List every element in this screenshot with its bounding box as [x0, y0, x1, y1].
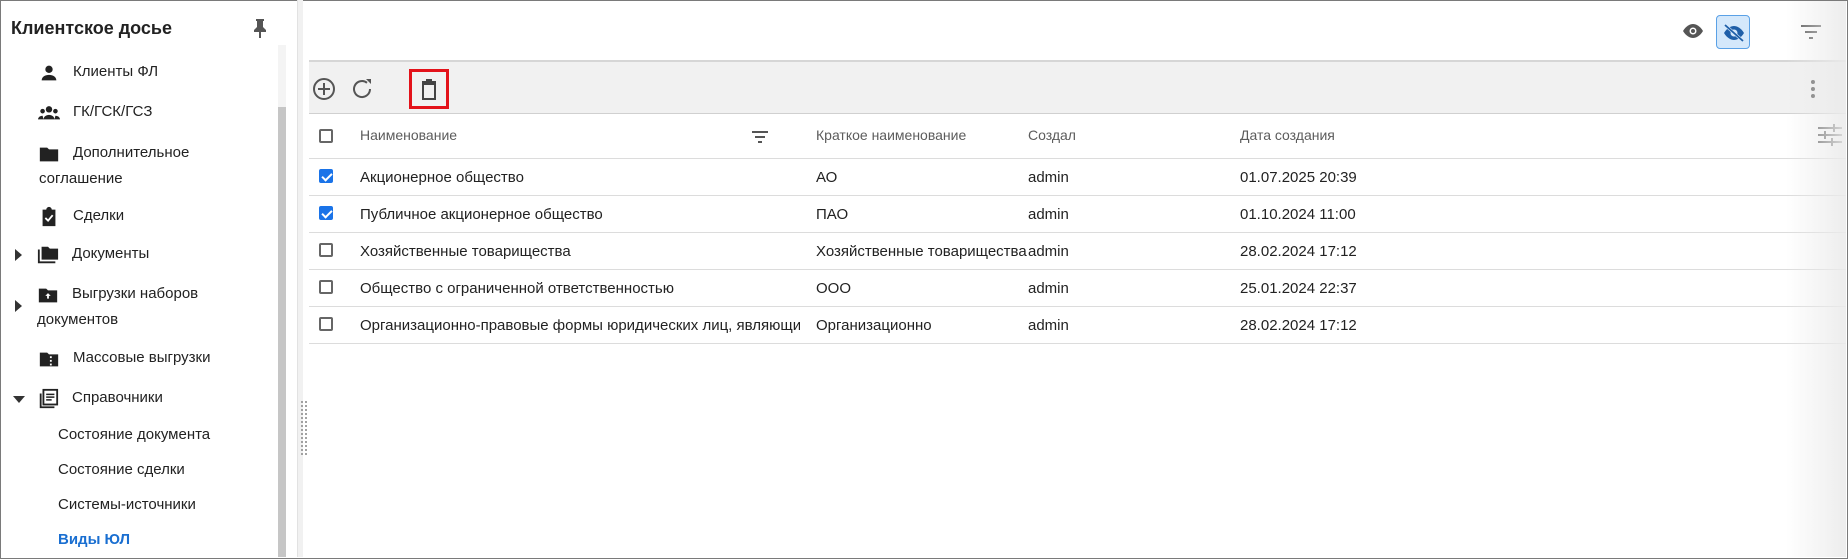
cell-creator: admin	[1028, 206, 1069, 223]
grid-toolbar	[309, 60, 1846, 114]
sidebar-subitem-document-state[interactable]: Состояние документа	[58, 426, 210, 443]
sidebar-item-clients[interactable]: Клиенты ФЛ	[1, 61, 271, 85]
sidebar-item-label: Справочники	[72, 389, 163, 406]
cell-creator: admin	[1028, 280, 1069, 297]
more-vert-icon[interactable]	[1803, 71, 1823, 107]
row-checkbox[interactable]	[319, 317, 333, 331]
chevron-right-icon[interactable]	[15, 300, 22, 312]
sidebar-subitem-legal-entity-types[interactable]: Виды ЮЛ	[58, 531, 130, 548]
sidebar-item-document-exports[interactable]: Выгрузки наборов документов	[1, 283, 271, 333]
sidebar-item-label-line2: соглашение	[39, 170, 123, 187]
chevron-down-icon[interactable]	[13, 396, 25, 403]
column-filter-icon[interactable]	[752, 131, 768, 143]
sidebar-item-groups[interactable]: ГК/ГСК/ГСЗ	[1, 101, 271, 125]
table-row[interactable]: Хозяйственные товарищества Хозяйственные…	[309, 233, 1846, 270]
folders-icon	[37, 246, 59, 264]
filter-icon[interactable]	[1801, 25, 1821, 39]
column-header-creator[interactable]: Создал	[1028, 127, 1076, 143]
sidebar-item-bulk-exports[interactable]: Массовые выгрузки	[1, 347, 271, 371]
sidebar-item-documents[interactable]: Документы	[1, 243, 271, 267]
column-header-created-date[interactable]: Дата создания	[1240, 127, 1335, 143]
cell-creator: admin	[1028, 243, 1069, 260]
sidebar-item-label: Документы	[72, 245, 150, 262]
row-checkbox[interactable]	[319, 280, 333, 294]
sidebar-title: Клиентское досье	[11, 18, 173, 38]
sidebar-item-deals[interactable]: Сделки	[1, 205, 271, 229]
eye-off-icon	[1724, 24, 1744, 42]
resize-handle[interactable]	[300, 400, 308, 456]
main-panel: Наименование Краткое наименование Создал…	[309, 1, 1846, 557]
row-checkbox[interactable]	[319, 206, 333, 220]
cell-created-date: 25.01.2024 22:37	[1240, 280, 1357, 297]
chevron-right-icon[interactable]	[15, 249, 22, 261]
folder-upload-icon	[38, 288, 58, 303]
add-button[interactable]	[306, 71, 342, 107]
cell-short-name: ООО	[816, 280, 852, 297]
cell-name: Хозяйственные товарищества	[360, 243, 571, 260]
table-row[interactable]: Общество с ограниченной ответственностью…	[309, 270, 1846, 307]
sidebar-item-label: Дополнительное	[73, 144, 190, 161]
cell-creator: admin	[1028, 169, 1069, 186]
select-all-checkbox[interactable]	[319, 129, 333, 143]
cell-short-name: ПАО	[816, 206, 849, 223]
column-settings-icon[interactable]	[1818, 124, 1842, 146]
cell-short-name: АО	[816, 169, 838, 186]
sidebar-subitem-source-systems[interactable]: Системы-источники	[58, 496, 196, 513]
sidebar-item-label-line2: документов	[37, 311, 119, 328]
sidebar-scrollbar-thumb[interactable]	[278, 107, 286, 557]
cell-name: Акционерное общество	[360, 169, 524, 186]
folder-zip-icon	[39, 352, 59, 367]
sidebar-item-label: Клиенты ФЛ	[73, 63, 159, 80]
cell-created-date: 01.10.2024 11:00	[1240, 206, 1356, 223]
sidebar-item-label: Массовые выгрузки	[73, 349, 211, 366]
cell-short-name: Хозяйственные товарищества	[816, 243, 1027, 260]
sidebar-item-supplementary[interactable]: Дополнительное соглашение	[1, 141, 271, 191]
person-icon	[41, 65, 57, 81]
sidebar-item-label: Выгрузки наборов	[72, 285, 199, 302]
cell-created-date: 28.02.2024 17:12	[1240, 317, 1357, 334]
cell-created-date: 28.02.2024 17:12	[1240, 243, 1357, 260]
clipboard-check-icon	[42, 206, 56, 227]
row-checkbox[interactable]	[319, 169, 333, 183]
table-row[interactable]: Публичное акционерное общество ПАО admin…	[309, 196, 1846, 233]
table-row[interactable]: Акционерное общество АО admin 01.07.2025…	[309, 159, 1846, 196]
eye-icon[interactable]	[1682, 23, 1704, 39]
delete-button[interactable]	[411, 71, 447, 107]
refresh-button[interactable]	[344, 71, 380, 107]
top-bar	[309, 1, 1846, 59]
cell-name: Организационно-правовые формы юридически…	[360, 317, 800, 334]
sidebar-divider	[297, 0, 303, 557]
hide-columns-button[interactable]	[1716, 15, 1750, 49]
column-header-name[interactable]: Наименование	[360, 127, 457, 143]
column-header-short-name[interactable]: Краткое наименование	[816, 127, 966, 143]
cell-name: Общество с ограниченной ответственностью	[360, 280, 674, 297]
sidebar: Клиентское досье Клиенты ФЛ ГК/ГСК/ГСЗ Д…	[1, 1, 298, 557]
sidebar-item-references[interactable]: Справочники	[1, 387, 271, 411]
cell-short-name: Организационно	[816, 317, 932, 334]
row-checkbox[interactable]	[319, 243, 333, 257]
sidebar-item-label: Сделки	[73, 207, 125, 224]
folder-icon	[39, 147, 59, 162]
cell-name: Публичное акционерное общество	[360, 206, 603, 223]
cell-creator: admin	[1028, 317, 1069, 334]
cell-created-date: 01.07.2025 20:39	[1240, 169, 1357, 186]
group-icon	[38, 106, 60, 120]
sidebar-item-label: ГК/ГСК/ГСЗ	[73, 103, 153, 120]
grid-header: Наименование Краткое наименование Создал…	[309, 114, 1846, 159]
table-row[interactable]: Организационно-правовые формы юридически…	[309, 307, 1846, 344]
sidebar-subitem-deal-state[interactable]: Состояние сделки	[58, 461, 185, 478]
library-icon	[39, 388, 59, 409]
pin-icon[interactable]	[251, 17, 269, 39]
